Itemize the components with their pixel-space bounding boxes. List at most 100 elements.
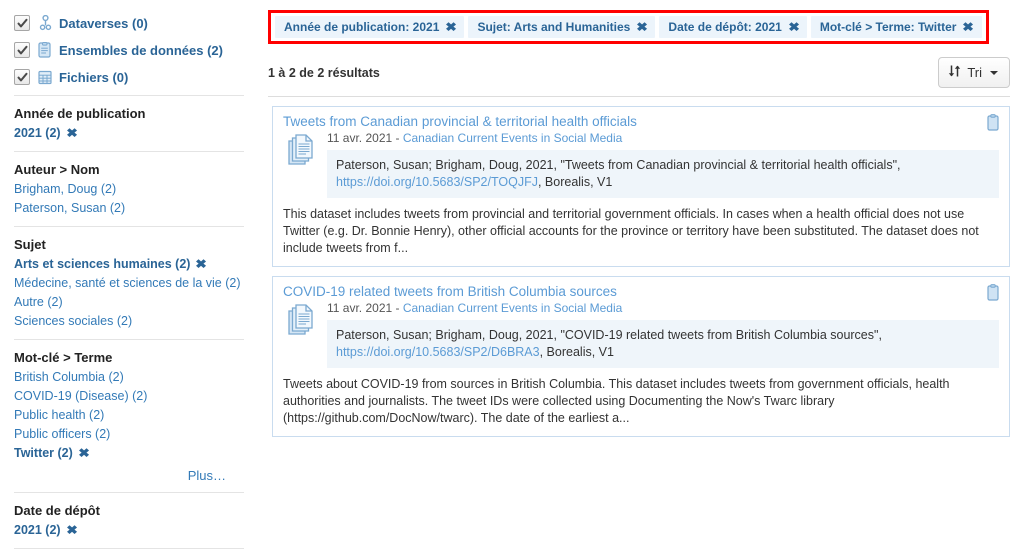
- meta-separator: -: [392, 131, 403, 145]
- result-title-link[interactable]: COVID-19 related tweets from British Col…: [283, 284, 999, 299]
- type-filter-label: Ensembles de données (2): [59, 42, 223, 58]
- facet-item-link[interactable]: Public health (2): [14, 408, 104, 422]
- facet-keyword-term: Mot-clé > Terme British Columbia (2) COV…: [14, 348, 244, 483]
- facet-item-link[interactable]: Arts et sciences humaines (2): [14, 257, 190, 271]
- type-filter-label: Dataverses (0): [59, 15, 148, 31]
- facet-item[interactable]: 2021 (2) ✖: [14, 522, 244, 539]
- facet-subject: Sujet Arts et sciences humaines (2) ✖ Méd…: [14, 235, 244, 330]
- facet-heading: Mot-clé > Terme: [14, 350, 113, 365]
- active-filter-pill-subject[interactable]: Sujet: Arts and Humanities ✖: [468, 16, 656, 38]
- type-filter-datasets[interactable]: Ensembles de données (2): [14, 41, 244, 59]
- remove-filter-icon[interactable]: ✖: [788, 20, 800, 34]
- result-card[interactable]: Tweets from Canadian provincial & territ…: [272, 106, 1010, 267]
- result-date: 11 avr. 2021: [327, 131, 393, 145]
- meta-separator: -: [392, 301, 403, 315]
- remove-filter-icon[interactable]: ✖: [446, 20, 458, 34]
- result-date: 11 avr. 2021: [327, 301, 393, 315]
- search-results-page: Dataverses (0) Ensembles de données (2): [0, 0, 1024, 549]
- pill-label: Date de dépôt: 2021: [668, 20, 782, 34]
- facet-heading: Année de publication: [14, 106, 146, 121]
- type-filter-label: Fichiers (0): [59, 69, 129, 85]
- citation-suffix: , Borealis, V1: [537, 175, 613, 189]
- dataset-type-icon: [986, 284, 1000, 304]
- facet-more-link[interactable]: Plus…: [188, 468, 226, 483]
- remove-facet-icon[interactable]: ✖: [66, 522, 78, 539]
- facet-item[interactable]: Arts et sciences humaines (2) ✖: [14, 256, 244, 273]
- documents-icon: [287, 303, 317, 340]
- facets-sidebar: Dataverses (0) Ensembles de données (2): [0, 0, 258, 549]
- facet-item-link[interactable]: Brigham, Doug (2): [14, 182, 116, 196]
- citation-doi-link[interactable]: https://doi.org/10.5683/SP2/TOQJFJ: [336, 175, 538, 189]
- divider: [14, 339, 244, 340]
- facet-publication-year: Année de publication 2021 (2) ✖: [14, 104, 244, 142]
- facet-item-link[interactable]: Sciences sociales (2): [14, 314, 132, 328]
- facet-item[interactable]: 2021 (2) ✖: [14, 125, 244, 142]
- dataset-icon: [37, 42, 53, 58]
- results-header: 1 à 2 de 2 résultats Tri: [268, 57, 1018, 88]
- facet-item[interactable]: Médecine, santé et sciences de la vie (2…: [14, 275, 244, 292]
- facet-item-link[interactable]: British Columbia (2): [14, 370, 124, 384]
- facet-item[interactable]: Public health (2): [14, 407, 244, 424]
- facet-item[interactable]: Public officers (2): [14, 426, 244, 443]
- facet-heading: Date de dépôt: [14, 503, 100, 518]
- result-meta: 11 avr. 2021 - Canadian Current Events i…: [327, 301, 999, 315]
- facet-item-link[interactable]: Twitter (2): [14, 446, 73, 460]
- checkbox-dataverses[interactable]: [14, 15, 30, 31]
- divider: [14, 492, 244, 493]
- active-filter-pill-deposit-date[interactable]: Date de dépôt: 2021 ✖: [659, 16, 807, 38]
- sort-icon: [948, 64, 961, 81]
- result-citation: Paterson, Susan; Brigham, Doug, 2021, "C…: [327, 320, 999, 368]
- facet-item[interactable]: Sciences sociales (2): [14, 313, 244, 330]
- remove-filter-icon[interactable]: ✖: [963, 20, 975, 34]
- divider: [14, 226, 244, 227]
- divider: [268, 96, 1010, 97]
- facet-item-link[interactable]: Public officers (2): [14, 427, 110, 441]
- facet-heading: Sujet: [14, 237, 46, 252]
- result-meta: 11 avr. 2021 - Canadian Current Events i…: [327, 131, 999, 145]
- dataverse-icon: [37, 15, 53, 31]
- result-content: 11 avr. 2021 - Canadian Current Events i…: [327, 301, 999, 368]
- type-filter-files[interactable]: Fichiers (0): [14, 68, 244, 86]
- remove-facet-icon[interactable]: ✖: [78, 445, 90, 462]
- active-filter-pill-publication-year[interactable]: Année de publication: 2021 ✖: [275, 16, 465, 38]
- type-filter-dataverses[interactable]: Dataverses (0): [14, 14, 244, 32]
- checkbox-datasets[interactable]: [14, 42, 30, 58]
- facet-heading: Auteur > Nom: [14, 162, 100, 177]
- checkbox-files[interactable]: [14, 69, 30, 85]
- facet-item[interactable]: Twitter (2) ✖: [14, 445, 244, 462]
- results-count: 1 à 2 de 2 résultats: [268, 65, 380, 80]
- facet-item[interactable]: Paterson, Susan (2): [14, 200, 244, 217]
- result-body: 11 avr. 2021 - Canadian Current Events i…: [283, 301, 999, 368]
- documents-icon: [287, 133, 317, 170]
- facet-item-link[interactable]: 2021 (2): [14, 523, 61, 537]
- divider: [14, 95, 244, 96]
- facet-item-link[interactable]: COVID-19 (Disease) (2): [14, 389, 147, 403]
- sort-button[interactable]: Tri: [938, 57, 1010, 88]
- divider: [14, 151, 244, 152]
- facet-item[interactable]: Brigham, Doug (2): [14, 181, 244, 198]
- result-card[interactable]: COVID-19 related tweets from British Col…: [272, 276, 1010, 437]
- result-title-link[interactable]: Tweets from Canadian provincial & territ…: [283, 114, 999, 129]
- pill-label: Année de publication: 2021: [284, 20, 440, 34]
- result-type-filters: Dataverses (0) Ensembles de données (2): [14, 14, 244, 86]
- facet-item[interactable]: COVID-19 (Disease) (2): [14, 388, 244, 405]
- dataset-type-icon: [986, 114, 1000, 134]
- citation-text: Paterson, Susan; Brigham, Doug, 2021, "T…: [336, 158, 901, 172]
- remove-facet-icon[interactable]: ✖: [196, 256, 208, 273]
- facet-item[interactable]: British Columbia (2): [14, 369, 244, 386]
- result-dataverse-link[interactable]: Canadian Current Events in Social Media: [403, 131, 622, 145]
- active-filter-pill-keyword-term[interactable]: Mot-clé > Terme: Twitter ✖: [810, 16, 982, 38]
- remove-facet-icon[interactable]: ✖: [66, 125, 78, 142]
- result-description: Tweets about COVID-19 from sources in Br…: [283, 377, 950, 425]
- chevron-down-icon: [990, 70, 998, 75]
- facet-item-link[interactable]: Autre (2): [14, 295, 63, 309]
- facet-item-link[interactable]: Médecine, santé et sciences de la vie (2…: [14, 276, 241, 290]
- citation-doi-link[interactable]: https://doi.org/10.5683/SP2/D6BRA3: [336, 345, 540, 359]
- facet-item-link[interactable]: Paterson, Susan (2): [14, 201, 125, 215]
- facet-item-link[interactable]: 2021 (2): [14, 126, 61, 140]
- facet-item[interactable]: Autre (2): [14, 294, 244, 311]
- result-description: This dataset includes tweets from provin…: [283, 207, 979, 255]
- result-dataverse-link[interactable]: Canadian Current Events in Social Media: [403, 301, 622, 315]
- remove-filter-icon[interactable]: ✖: [637, 20, 649, 34]
- facet-deposit-date: Date de dépôt 2021 (2) ✖: [14, 501, 244, 539]
